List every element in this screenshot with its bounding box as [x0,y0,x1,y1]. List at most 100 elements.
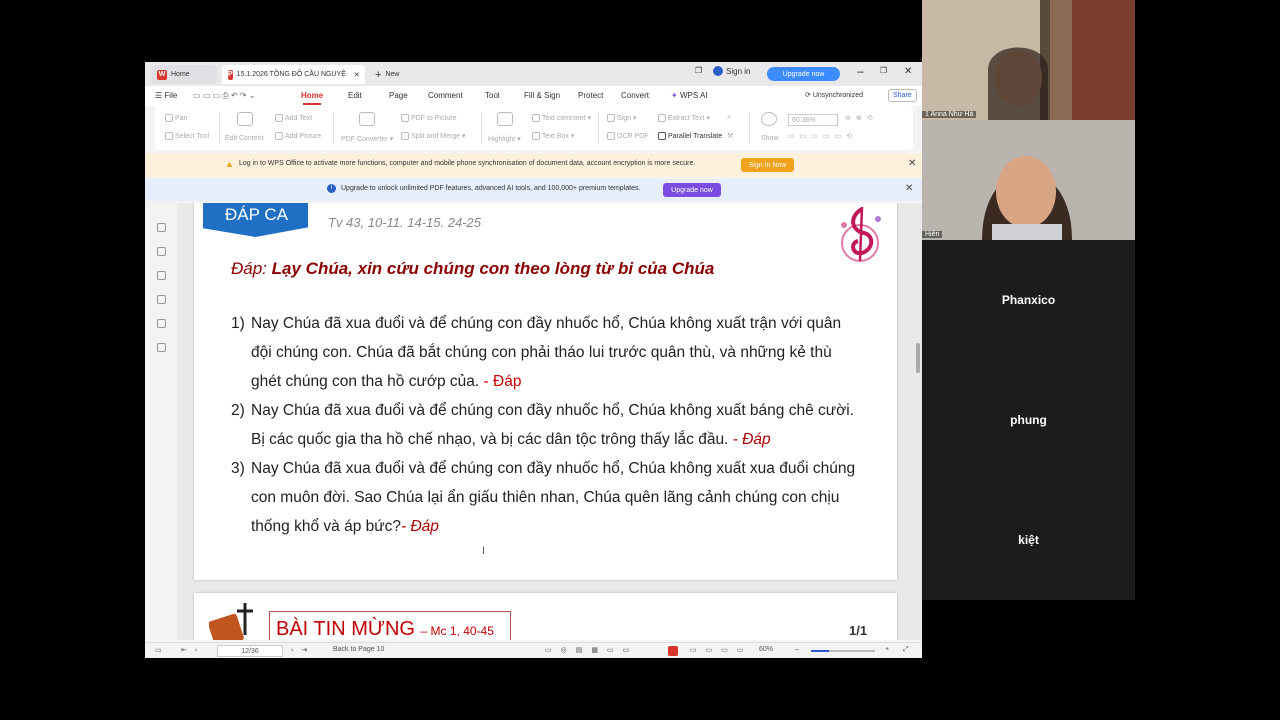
verse-response: - Đáp [728,431,771,448]
upgrade-now-pill[interactable]: Upgrade now [767,67,840,81]
page-number-input[interactable]: 12/36 [217,645,283,657]
video-tile[interactable]: Hiền [922,120,1135,240]
vertical-scrollbar[interactable] [916,343,920,373]
layers-icon[interactable] [157,343,166,352]
view-controls[interactable]: ▭▭▭▭▭⟲ [788,132,857,140]
view-mode-icons[interactable]: ▭◎▤▦▭▭ [545,646,638,654]
menu-wps-ai[interactable]: ✦ WPS AI [671,91,708,100]
sync-status[interactable]: ⟳ Unsynchronized [805,91,863,99]
text-comment-button[interactable]: Text comment ▾ [532,114,591,122]
record-icon[interactable] [668,646,678,656]
maximize-icon[interactable]: ❐ [880,66,887,75]
pdf-file-icon: P [228,69,233,80]
divider [598,112,599,144]
participant-tile[interactable]: phung [922,360,1135,480]
menu-tool[interactable]: Tool [485,91,500,100]
divider [219,112,220,144]
extract-text-button[interactable]: Extract Text ▾ [658,114,710,122]
verse-2: 2) Nay Chúa đã xua đuổi và để chúng con … [231,396,861,454]
text-icon [275,114,283,122]
sign-in-button[interactable]: Sign in [713,66,750,76]
bookmark-icon[interactable] [157,223,166,232]
menu-page[interactable]: Page [389,91,408,100]
divider [481,112,482,144]
pdf-page-next: BÀI TIN MỪNG – Mc 1, 40-45 1/1 [194,593,897,640]
edit-content-button[interactable]: Edit Content [225,135,264,142]
sign-button[interactable]: Sign ▾ [607,114,637,122]
menu-protect[interactable]: Protect [578,91,603,100]
page-layout-icons[interactable]: ▭▭▭▭ [690,646,752,654]
participant-tile[interactable]: Phanxico [922,240,1135,360]
thumbnail-icon[interactable] [157,247,166,256]
share-button[interactable]: Share [888,89,917,102]
quick-access-icons[interactable]: ▭ ▭ ▭ ⎙ ↶ ↷ ⌄ [193,91,256,101]
menu-convert[interactable]: Convert [621,91,649,100]
pan-tool[interactable]: Pan [165,114,187,122]
search-icon[interactable]: ⌕ [727,114,731,122]
add-text-button[interactable]: Add Text [275,114,312,122]
verse-1: 1) Nay Chúa đã xua đuổi và để chúng con … [231,309,861,396]
zoom-controls[interactable]: ⊖⊕⟲ [845,114,878,122]
tab-home[interactable]: W Home [151,65,217,84]
sign-in-label: Sign in [726,66,751,76]
signature-icon[interactable] [157,319,166,328]
zoom-input[interactable]: 60.36% [788,114,838,126]
menu-home[interactable]: Home [301,91,323,105]
window-restore-icon[interactable]: ❐ [695,66,702,75]
minimize-icon[interactable]: – [857,64,864,78]
first-prev-page-icons[interactable]: ⇤‹ [181,646,205,654]
upgrade-notice-bar: i Upgrade to unlock unlimited PDF featur… [145,179,922,201]
close-window-icon[interactable]: ✕ [904,66,912,77]
text-box-button[interactable]: Text Box ▾ [532,132,574,140]
participant-tile[interactable]: kiệt [922,480,1135,600]
gospel-title: BÀI TIN MỪNG [276,618,415,640]
show-button[interactable]: Show [761,135,779,142]
video-tile[interactable]: 1 Anna Như Hà [922,0,1135,120]
tab-document[interactable]: P 15.1.2026 TỒNG ĐỒ CẦU NGUYỆ ✕ [222,65,365,84]
comment-panel-icon[interactable] [157,271,166,280]
sign-in-now-button[interactable]: Sign In Now [741,158,794,172]
zoom-level[interactable]: 60% [759,646,773,653]
pen-icon [607,114,615,122]
verse-text: Nay Chúa đã xua đuổi và để chúng con đầy… [251,315,842,390]
page-indicator: 1/1 [849,623,868,638]
highlight-button[interactable]: Highlight ▾ [488,135,521,144]
login-notice-bar: ▲ Log in to WPS Office to activate more … [145,153,922,177]
file-menu[interactable]: ☰ File [155,91,177,100]
participant-video-1 [922,0,1135,120]
next-last-page-icons[interactable]: ›⇥ [291,646,315,654]
attachment-icon[interactable] [157,295,166,304]
menu-comment[interactable]: Comment [428,91,463,100]
ribbon-toolbar: Pan Select Tool Edit Content Add Text Ad… [155,106,913,150]
sidebar-toggle-icon[interactable]: ▭ [155,646,162,654]
upgrade-now-button[interactable]: Upgrade now [663,183,721,197]
parallel-translate-button[interactable]: Parallel Translate [658,132,722,140]
response-line: Đáp: Lạy Chúa, xin cứu chúng con theo lò… [231,259,714,279]
select-tool[interactable]: Select Tool [165,132,209,140]
menu-edit[interactable]: Edit [348,91,362,100]
divider [749,112,750,144]
new-tab-button[interactable]: + New [369,65,405,84]
zoom-out-icon[interactable]: – [795,646,799,653]
close-upgrade-icon[interactable]: ✕ [905,183,913,194]
compare-icon[interactable]: ⚒ [727,132,733,140]
close-tab-icon[interactable]: ✕ [354,71,360,79]
pdf-converter-button[interactable]: PDF Converter ▾ [341,135,393,144]
pdf-converter-icon [359,112,375,126]
split-icon [401,132,409,140]
warning-icon: ▲ [225,159,234,169]
verse-number: 2) [231,402,245,419]
document-viewport[interactable]: ĐÁP CA Tv 43, 10-11. 14-15. 24-25 Đáp: L… [177,203,922,640]
close-notice-icon[interactable]: ✕ [908,158,916,169]
split-merge-button[interactable]: Split and Merge ▾ [401,132,466,140]
status-bar: ▭ ⇤‹ 12/36 ›⇥ Back to Page 10 ▭◎▤▦▭▭ ▭▭▭… [145,642,922,658]
pdf-to-picture-button[interactable]: PDF to Picture [401,114,457,122]
back-to-page-link[interactable]: Back to Page 10 [333,646,384,653]
edit-content-icon [237,112,253,126]
zoom-in-icon[interactable]: + [885,646,889,653]
menu-fill-sign[interactable]: Fill & Sign [524,91,560,100]
ocr-pdf-button[interactable]: OCR PDF [607,132,649,140]
add-picture-button[interactable]: Add Picture [275,132,321,140]
zoom-slider[interactable] [811,650,875,652]
fullscreen-icon[interactable]: ⤢ [903,646,909,654]
